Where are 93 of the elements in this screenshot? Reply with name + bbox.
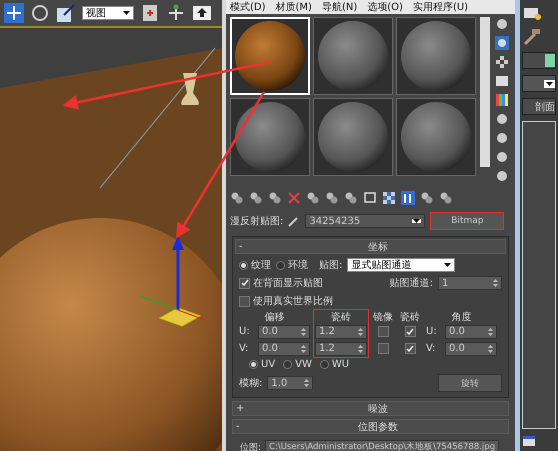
column-header: 瓷砖	[399, 310, 421, 324]
spinner-arrows-icon	[304, 378, 310, 388]
axis-label: V:	[426, 343, 436, 354]
axis-label: V:	[239, 343, 250, 354]
color-bars-icon[interactable]	[495, 93, 510, 107]
caret-icon	[546, 82, 553, 86]
mapping-dropdown[interactable]: 显式贴图通道	[347, 258, 456, 272]
checkbox-label: 使用真实世界比例	[253, 294, 333, 308]
vase-shape	[181, 73, 199, 105]
rollout-header[interactable]: - 位图参数	[232, 419, 509, 434]
blur-label: 模糊:	[239, 376, 262, 390]
square-icon[interactable]	[363, 191, 377, 205]
radio-button[interactable]	[283, 360, 292, 369]
channel-label: 贴图通道:	[390, 276, 433, 290]
spinner-field[interactable]: 1.2	[315, 324, 367, 338]
spinner-arrows-icon	[493, 278, 498, 288]
rollout-header[interactable]: + 噪波	[232, 401, 509, 416]
radio-label: 环境	[288, 258, 308, 272]
checkbox[interactable]	[404, 326, 416, 337]
menu-item[interactable]: 实用程序(U)	[412, 0, 468, 14]
checkbox[interactable]	[378, 326, 388, 337]
radio-label: WU	[332, 359, 350, 370]
menu-item[interactable]: 材质(M)	[276, 0, 312, 14]
axis-label: U:	[426, 326, 438, 337]
radio-label: UV	[261, 359, 276, 370]
transform-gizmo[interactable]	[140, 236, 206, 327]
menu-item[interactable]: 模式(D)	[230, 0, 266, 14]
move-icon[interactable]	[4, 3, 24, 23]
axis-label: U:	[239, 326, 251, 337]
spinner-arrows-icon	[358, 344, 363, 354]
radio-button[interactable]	[249, 360, 258, 369]
spinner-arrows-icon	[301, 344, 306, 354]
hammer-icon[interactable]	[522, 28, 542, 46]
spheres-icon[interactable]	[439, 191, 453, 205]
checkbox[interactable]	[378, 343, 388, 354]
radio-label: VW	[295, 359, 312, 370]
column-header: 瓷砖	[330, 310, 352, 324]
checkbox-label: 在背面显示贴图	[253, 276, 323, 290]
map-label: 贴图:	[319, 258, 342, 272]
spinner-field[interactable]: 0.0	[258, 324, 310, 338]
column-header: 偏移	[264, 310, 286, 324]
dropdown[interactable]	[522, 75, 556, 92]
map-type-button[interactable]: Bitmap	[430, 212, 504, 230]
square-icon[interactable]	[495, 74, 510, 88]
rotate-icon[interactable]	[30, 3, 50, 23]
color-swatch[interactable]	[545, 54, 555, 67]
spheres-icon[interactable]	[306, 191, 320, 205]
eyedropper-icon[interactable]	[288, 215, 300, 227]
scale-icon[interactable]	[56, 3, 76, 23]
menu-item[interactable]: 导航(N)	[322, 0, 358, 14]
spinner-field[interactable]: 1	[438, 276, 502, 290]
radio-label: 纹理	[251, 259, 271, 272]
view-dropdown[interactable]: 视图	[82, 6, 134, 20]
checker-icon[interactable]	[382, 191, 396, 205]
bars-icon[interactable]	[401, 191, 415, 205]
rotate-button[interactable]: 旋转	[438, 374, 502, 392]
menu-item[interactable]: 选项(O)	[367, 0, 403, 14]
spinner-field[interactable]: 1.2	[315, 342, 367, 356]
spinner-arrows-icon	[301, 326, 306, 336]
map-label: 漫反射贴图:	[230, 214, 284, 228]
color-field[interactable]	[522, 52, 556, 69]
checkbox[interactable]	[239, 296, 250, 306]
upload-icon[interactable]	[192, 3, 212, 23]
spinner-field[interactable]: 0.0	[445, 324, 497, 338]
caret-icon	[123, 11, 130, 15]
spheres-icon[interactable]	[420, 191, 434, 205]
spinner-arrows-icon	[488, 344, 493, 354]
checkbox[interactable]	[404, 343, 416, 354]
bitmap-label: 位图:	[240, 442, 262, 451]
rollout-header[interactable]: - 坐标	[235, 239, 506, 254]
bitmap-path-button[interactable]: C:\Users\Administrator\Desktop\木地板\75456788.jpg	[265, 440, 500, 451]
map-name-dropdown[interactable]: 34254235	[305, 214, 426, 228]
spinner-field[interactable]: 1.0	[267, 376, 314, 390]
sphere-icon[interactable]	[495, 17, 510, 31]
checkbox[interactable]	[239, 278, 250, 288]
spinner-field[interactable]: 0.0	[258, 342, 310, 356]
radio-button[interactable]	[239, 260, 248, 270]
list-box[interactable]	[522, 121, 556, 429]
column-header: 镜像	[372, 310, 394, 324]
spinner-arrows-icon	[358, 326, 363, 336]
caret-icon	[413, 219, 420, 223]
scrollbar[interactable]	[480, 17, 490, 167]
radio-button[interactable]	[320, 360, 329, 369]
spheres-icon[interactable]	[230, 191, 244, 205]
spinner-arrows-icon	[488, 326, 493, 336]
radio-button[interactable]	[276, 260, 285, 270]
window-icon[interactable]	[522, 435, 536, 447]
section-button[interactable]: 剖面	[522, 98, 556, 115]
pivot-icon[interactable]	[140, 3, 160, 23]
spinner-field[interactable]: 0.0	[445, 342, 497, 356]
column-header: 角度	[450, 310, 472, 324]
caret-icon	[444, 263, 452, 267]
axis-icon[interactable]	[166, 3, 186, 23]
